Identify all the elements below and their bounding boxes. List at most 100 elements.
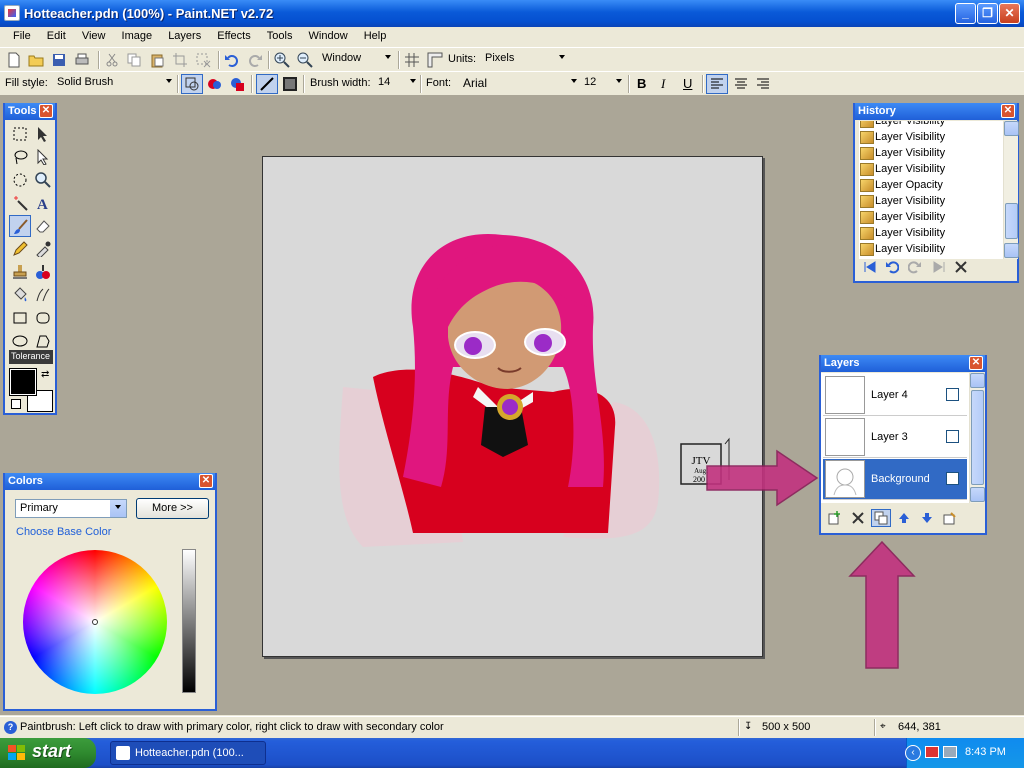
shape-outline-toggle[interactable] [181, 74, 203, 94]
gradient-tool[interactable] [32, 284, 54, 306]
maximize-button[interactable]: ❐ [977, 3, 998, 24]
add-layer-icon[interactable] [827, 511, 841, 525]
history-delete-icon[interactable] [954, 260, 968, 274]
history-scroll-thumb[interactable] [1005, 203, 1018, 239]
history-item[interactable]: Layer Visibility [859, 241, 1003, 257]
paste-icon[interactable] [149, 52, 165, 68]
app-icon[interactable] [4, 5, 20, 21]
minimize-button[interactable]: _ [955, 3, 976, 24]
delete-layer-icon[interactable] [851, 511, 865, 525]
antialias-off-icon[interactable] [282, 76, 298, 92]
history-panel-close[interactable]: ✕ [1001, 104, 1015, 118]
align-center-icon[interactable] [733, 76, 749, 92]
open-folder-icon[interactable] [28, 52, 44, 68]
layer-visibility-checkbox[interactable] [946, 430, 959, 443]
color-picker-tool[interactable] [32, 238, 54, 260]
fill-style-select[interactable]: Solid Brush [53, 74, 174, 92]
align-right-icon[interactable] [755, 76, 771, 92]
zoom-tool[interactable] [32, 169, 54, 191]
new-file-icon[interactable] [6, 52, 22, 68]
color-mode-select[interactable]: Primary [15, 499, 127, 518]
menu-tools[interactable]: Tools [261, 27, 300, 42]
italic-button[interactable]: I [661, 76, 665, 92]
save-icon[interactable] [51, 52, 67, 68]
freeform-shape-tool[interactable] [32, 330, 54, 352]
security-alert-icon[interactable] [925, 746, 939, 758]
layers-scroll-up[interactable] [970, 373, 985, 388]
shape-fill-icon[interactable] [206, 76, 222, 92]
font-select[interactable]: Arial [459, 74, 579, 92]
layers-scroll-thumb[interactable] [971, 390, 984, 485]
zoom-out-icon[interactable] [297, 52, 313, 68]
history-scrollbar[interactable] [1003, 121, 1019, 259]
layer-row[interactable]: Layer 3 [823, 417, 967, 458]
menu-image[interactable]: Image [116, 27, 160, 42]
bold-button[interactable]: B [637, 76, 646, 91]
history-item[interactable]: Layer Visibility [859, 129, 1003, 145]
history-item[interactable]: Layer Visibility [859, 193, 1003, 209]
layers-scrollbar[interactable] [969, 373, 985, 503]
more-colors-button[interactable]: More >> [136, 498, 209, 519]
start-button[interactable]: start [0, 738, 96, 768]
antialias-on-toggle[interactable] [256, 74, 278, 94]
units-select[interactable]: Pixels [481, 50, 567, 68]
menu-help[interactable]: Help [358, 27, 394, 42]
eraser-tool[interactable] [32, 215, 54, 237]
cut-icon[interactable] [104, 52, 120, 68]
magic-wand-tool[interactable] [9, 192, 31, 214]
menu-window[interactable]: Window [303, 27, 355, 42]
move-layer-down-icon[interactable] [920, 511, 934, 525]
clone-stamp-tool[interactable] [9, 261, 31, 283]
crop-icon[interactable] [172, 52, 188, 68]
close-button[interactable]: ✕ [999, 3, 1020, 24]
deselect-icon[interactable] [195, 52, 211, 68]
layer-properties-icon[interactable] [943, 511, 957, 525]
grid-icon[interactable] [404, 52, 420, 68]
rectangle-tool[interactable] [9, 307, 31, 329]
primary-color-swatch[interactable] [9, 368, 37, 396]
history-item[interactable]: Layer Visibility [859, 209, 1003, 225]
copy-icon[interactable] [126, 52, 142, 68]
zoom-mode-select[interactable]: Window [318, 50, 393, 68]
history-item[interactable]: Layer Visibility [859, 121, 1003, 129]
redo-icon[interactable] [247, 52, 263, 68]
layer-visibility-checkbox[interactable] [946, 472, 959, 485]
paintbrush-tool[interactable] [9, 215, 31, 237]
tolerance-slider[interactable]: Tolerance [9, 350, 53, 364]
history-undo-icon[interactable] [885, 260, 899, 274]
zoom-in-icon[interactable] [274, 52, 290, 68]
ellipse-tool[interactable] [9, 330, 31, 352]
layer-visibility-checkbox[interactable] [946, 388, 959, 401]
history-first-icon[interactable] [863, 260, 877, 274]
colors-panel-close[interactable]: ✕ [199, 474, 213, 488]
move-pixels-tool[interactable] [32, 146, 54, 168]
move-layer-up-icon[interactable] [897, 511, 911, 525]
layers-panel-close[interactable]: ✕ [969, 356, 983, 370]
history-item[interactable]: Layer Visibility [859, 161, 1003, 177]
move-selection-tool[interactable] [32, 123, 54, 145]
tools-panel-close[interactable]: ✕ [39, 104, 53, 118]
brush-width-select[interactable]: 14 [374, 74, 418, 92]
paint-bucket-tool[interactable] [9, 284, 31, 306]
history-scroll-up[interactable] [1004, 121, 1019, 136]
reset-colors-icon[interactable] [11, 399, 21, 409]
font-size-select[interactable]: 12 [580, 74, 624, 92]
text-tool[interactable]: A [32, 192, 54, 214]
duplicate-layer-button[interactable] [871, 509, 891, 527]
menu-view[interactable]: View [76, 27, 113, 42]
menu-edit[interactable]: Edit [41, 27, 73, 42]
color-wheel[interactable] [23, 550, 167, 694]
menu-file[interactable]: File [0, 27, 38, 42]
lasso-tool[interactable] [9, 146, 31, 168]
underline-button[interactable]: U [683, 76, 692, 91]
taskbar-item-paintnet[interactable]: Hotteacher.pdn (100... [110, 741, 266, 765]
brightness-slider[interactable] [182, 549, 196, 693]
history-scroll-down[interactable] [1004, 243, 1019, 258]
menu-layers[interactable]: Layers [162, 27, 208, 42]
shape-fill-outline-icon[interactable] [229, 76, 245, 92]
ruler-icon[interactable] [427, 52, 443, 68]
pencil-tool[interactable] [9, 238, 31, 260]
image-canvas[interactable]: JTV Aug. 200 [262, 156, 763, 657]
history-redo-icon[interactable] [908, 260, 922, 274]
network-icon[interactable] [943, 746, 957, 758]
